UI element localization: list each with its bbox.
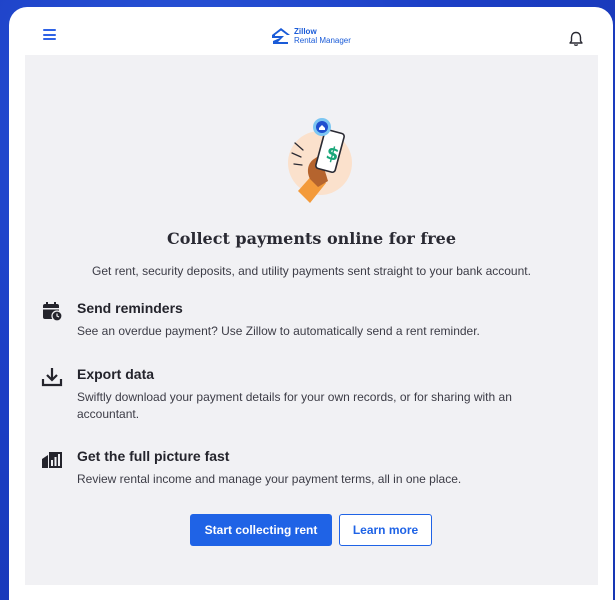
learn-more-button[interactable]: Learn more bbox=[339, 514, 432, 546]
feature-description: See an overdue payment? Use Zillow to au… bbox=[77, 324, 480, 338]
app-window: Zillow Rental Manager $ Collect payments… bbox=[9, 7, 613, 600]
phone-payment-illustration: $ bbox=[288, 118, 352, 203]
logo-sub-text: Rental Manager bbox=[294, 36, 351, 45]
zillow-logo[interactable]: Zillow Rental Manager bbox=[272, 26, 351, 46]
hamburger-menu-icon[interactable] bbox=[43, 29, 56, 40]
download-icon bbox=[41, 368, 63, 387]
logo-brand-text: Zillow bbox=[294, 27, 317, 36]
feature-heading: Get the full picture fast bbox=[77, 448, 230, 464]
start-collecting-rent-button[interactable]: Start collecting rent bbox=[190, 514, 332, 546]
top-bar: Zillow Rental Manager bbox=[9, 7, 613, 55]
feature-description: Review rental income and manage your pay… bbox=[77, 472, 462, 486]
page-subtitle: Get rent, security deposits, and utility… bbox=[92, 264, 531, 278]
bar-chart-building-icon bbox=[42, 452, 62, 468]
calendar-clock-icon bbox=[43, 302, 63, 322]
content-panel: $ Collect payments online for free Get r… bbox=[25, 55, 598, 585]
feature-description: Swiftly download your payment details fo… bbox=[77, 390, 512, 421]
feature-heading: Export data bbox=[77, 366, 155, 382]
page-title: Collect payments online for free bbox=[166, 229, 457, 248]
bell-icon[interactable] bbox=[567, 30, 585, 48]
feature-heading: Send reminders bbox=[77, 300, 183, 316]
zillow-logo-icon bbox=[272, 28, 290, 44]
